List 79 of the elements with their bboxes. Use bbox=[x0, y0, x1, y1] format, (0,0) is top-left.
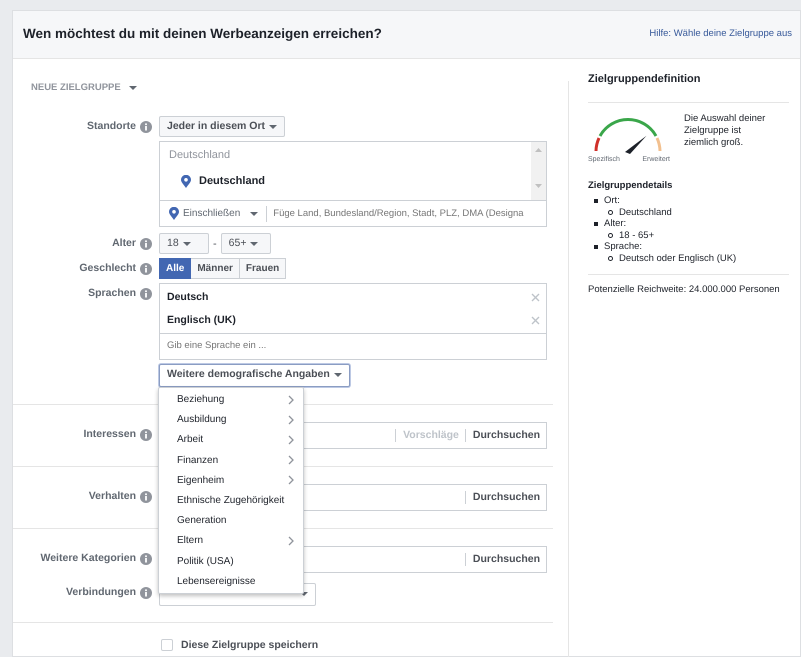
chevron-right-icon bbox=[288, 394, 295, 405]
search-field-action[interactable]: Durchsuchen bbox=[464, 490, 540, 504]
panel-title: Wen möchtest du mit deinen Werbeanzeigen erreichen? bbox=[23, 25, 382, 44]
age-separator: - bbox=[213, 236, 217, 252]
info-icon bbox=[140, 587, 152, 599]
location-pin-icon bbox=[181, 174, 191, 188]
gender-option[interactable]: Alle bbox=[159, 258, 192, 280]
location-list-heading: Deutschland bbox=[169, 148, 232, 164]
language-selector[interactable]: Deutsch Englisch (UK) Gib eine Sprache ein ... bbox=[159, 283, 547, 360]
gender-option[interactable]: Frauen bbox=[240, 258, 286, 280]
detail-label: Sprache: bbox=[604, 241, 642, 252]
chevron-right-icon bbox=[288, 536, 295, 546]
detail-label: Alter: bbox=[604, 218, 626, 230]
detail-label: Ort: bbox=[604, 195, 620, 206]
field-label: Alter bbox=[112, 236, 136, 251]
more-demographics-dropdown[interactable]: Weitere demografische Angaben bbox=[159, 364, 350, 386]
save-checkbox[interactable] bbox=[161, 639, 173, 652]
location-pin-icon bbox=[169, 207, 179, 220]
caret-icon bbox=[250, 212, 258, 216]
field-label: Interessen bbox=[83, 427, 136, 442]
bullet-icon bbox=[608, 256, 613, 261]
language-tag: Englisch (UK) bbox=[167, 312, 236, 329]
chevron-right-icon bbox=[288, 455, 295, 466]
help-link[interactable]: Hilfe: Wähle deine Zielgruppe aus bbox=[649, 27, 792, 42]
potential-reach: Potenzielle Reichweite: 24.000.000 Personen bbox=[588, 283, 781, 296]
menu-item[interactable]: Generation bbox=[159, 510, 303, 531]
field-label: Verhalten bbox=[88, 489, 136, 504]
gender-option[interactable]: Männer bbox=[191, 258, 240, 280]
chevron-right-icon bbox=[288, 414, 295, 425]
menu-item[interactable]: Politik (USA) bbox=[159, 551, 303, 572]
info-icon bbox=[140, 120, 152, 133]
menu-item[interactable]: Lebensereignisse bbox=[159, 571, 303, 592]
menu-item[interactable]: Arbeit bbox=[159, 430, 303, 450]
gauge-message: Die Auswahl deiner Zielgruppe ist ziemlich groß. bbox=[684, 112, 766, 150]
info-icon bbox=[140, 553, 152, 565]
field-label: Sprachen bbox=[88, 286, 136, 301]
caret-icon bbox=[182, 242, 191, 246]
bullet-icon bbox=[608, 210, 613, 215]
info-icon bbox=[140, 491, 152, 503]
menu-item[interactable]: Ethnische Zugehörigkeit bbox=[159, 490, 303, 511]
menu-item[interactable]: Beziehung bbox=[159, 390, 303, 410]
field-label: Standorte bbox=[86, 118, 136, 134]
info-icon bbox=[140, 429, 152, 441]
details-title: Zielgruppendetails bbox=[588, 179, 674, 193]
language-tag: Deutsch bbox=[167, 290, 208, 306]
caret-icon bbox=[269, 124, 278, 129]
menu-item[interactable]: Finanzen bbox=[159, 450, 303, 470]
remove-icon[interactable] bbox=[531, 316, 540, 326]
selected-location: Deutschland bbox=[199, 174, 266, 189]
scrollbar bbox=[531, 142, 546, 200]
bullet-icon bbox=[594, 244, 598, 249]
bullet-icon bbox=[594, 198, 598, 203]
chevron-right-icon bbox=[288, 434, 295, 445]
info-icon bbox=[140, 288, 152, 300]
caret-icon bbox=[334, 373, 342, 377]
remove-icon[interactable] bbox=[531, 293, 540, 302]
detail-value: Deutschland bbox=[619, 206, 672, 218]
caret-icon bbox=[250, 242, 258, 246]
save-label: Diese Zielgruppe speichern bbox=[181, 638, 318, 652]
detail-value: Deutsch oder Englisch (UK) bbox=[619, 252, 736, 264]
field-label: Weitere Kategorien bbox=[40, 551, 136, 566]
info-icon bbox=[140, 238, 152, 250]
bullet-icon bbox=[608, 232, 613, 238]
bullet-icon bbox=[594, 222, 598, 226]
detail-value: 18 - 65+ bbox=[619, 230, 654, 241]
field-label: Geschlecht bbox=[79, 260, 136, 276]
caret-icon bbox=[128, 86, 137, 90]
age-min-dropdown[interactable]: 18 bbox=[159, 233, 209, 254]
chevron-right-icon bbox=[288, 475, 295, 486]
field-label: Verbindungen bbox=[66, 585, 136, 600]
info-icon bbox=[140, 262, 152, 275]
location-mode-dropdown[interactable]: Jeder in diesem Ort bbox=[159, 116, 286, 138]
include-dropdown[interactable]: Einschließen bbox=[169, 206, 258, 222]
caret-icon bbox=[300, 592, 308, 596]
search-field-action: Vorschläge bbox=[395, 428, 459, 442]
age-max-dropdown[interactable]: 65+ bbox=[220, 233, 271, 254]
search-field-action[interactable]: Durchsuchen bbox=[464, 552, 540, 566]
search-field-action[interactable]: Durchsuchen bbox=[464, 428, 540, 442]
summary-title: Zielgruppendefinition bbox=[588, 72, 702, 87]
